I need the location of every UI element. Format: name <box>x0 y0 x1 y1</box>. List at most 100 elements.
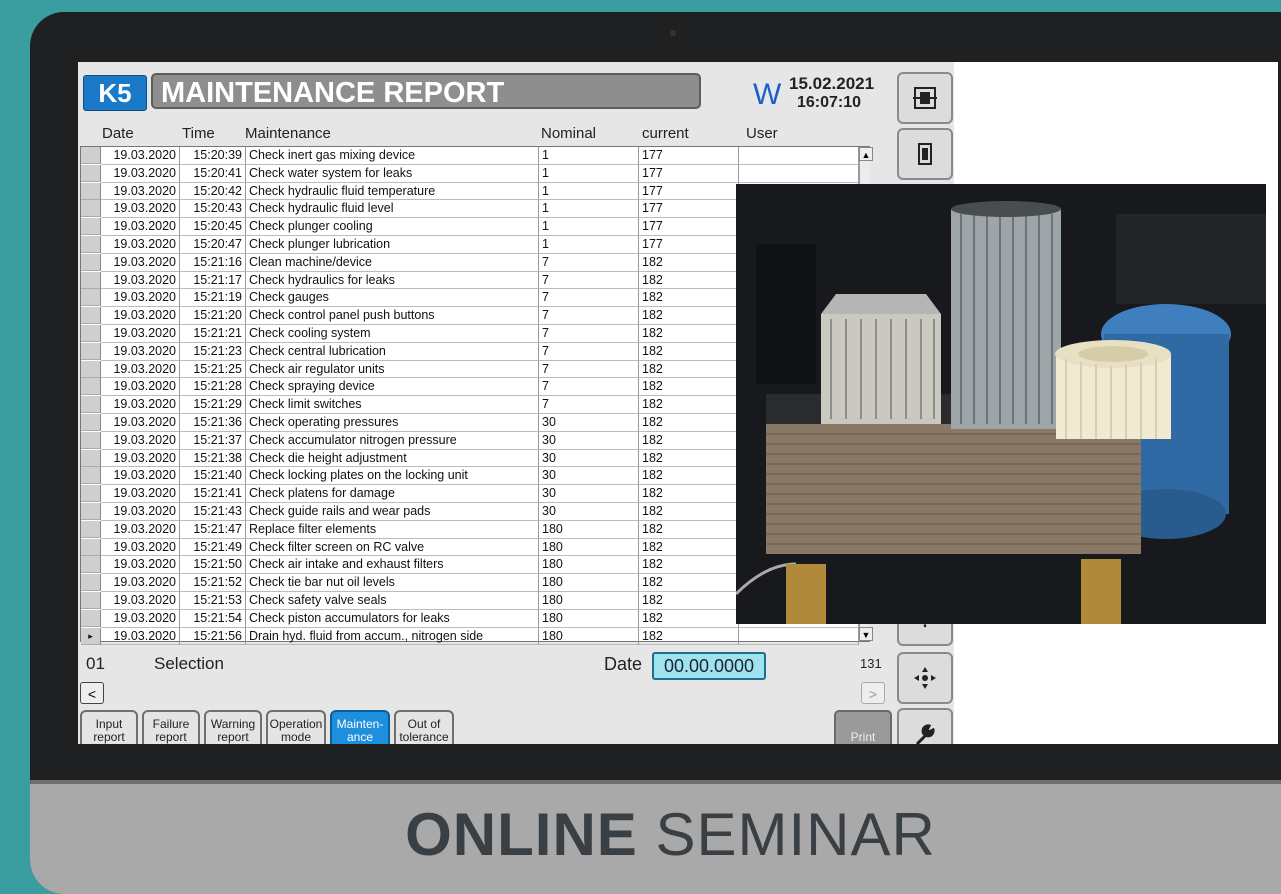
cell-date: 19.03.2020 <box>101 574 180 592</box>
machine-side-button[interactable] <box>897 128 953 180</box>
row-selector[interactable] <box>81 396 101 414</box>
tab-operation-mode[interactable]: Operation mode <box>266 710 326 744</box>
row-selector[interactable] <box>81 164 101 182</box>
row-selector[interactable] <box>81 485 101 503</box>
cell-current: 182 <box>639 467 739 486</box>
cell-user <box>739 627 859 646</box>
cell-time: 15:21:40 <box>180 467 246 486</box>
cell-maintenance: Check inert gas mixing device <box>246 147 539 165</box>
row-selector[interactable] <box>81 271 101 289</box>
date-input[interactable]: 00.00.0000 <box>652 652 766 680</box>
cell-current: 182 <box>639 592 739 610</box>
row-selector[interactable] <box>81 431 101 449</box>
tab-input-report[interactable]: Input report <box>80 710 138 744</box>
cell-current: 182 <box>639 556 739 575</box>
cell-date: 19.03.2020 <box>101 538 180 557</box>
cell-nominal: 7 <box>539 253 639 272</box>
cell-nominal: 30 <box>539 414 639 432</box>
row-selector[interactable] <box>81 467 101 485</box>
col-nominal: Nominal <box>541 125 597 142</box>
tab-maintenance[interactable]: Mainten-ance <box>330 710 390 744</box>
scroll-up-icon[interactable]: ▲ <box>859 147 873 161</box>
cell-time: 15:20:41 <box>180 164 246 183</box>
row-selector[interactable] <box>81 378 101 396</box>
cell-date: 19.03.2020 <box>101 253 180 272</box>
row-selector[interactable] <box>81 147 101 164</box>
cell-current: 182 <box>639 289 739 308</box>
row-selector[interactable] <box>81 449 101 467</box>
cell-date: 19.03.2020 <box>101 236 180 254</box>
cell-nominal: 180 <box>539 627 639 646</box>
row-selector[interactable] <box>81 200 101 218</box>
camera-dot <box>670 30 676 36</box>
table-row[interactable]: 19.03.2020 15:20:41 Check water system for… <box>81 164 869 183</box>
row-selector[interactable] <box>81 503 101 520</box>
cell-current: 182 <box>639 431 739 450</box>
row-selector[interactable] <box>81 342 101 360</box>
cell-nominal: 7 <box>539 342 639 361</box>
row-selector[interactable] <box>81 360 101 378</box>
row-selector[interactable] <box>81 609 101 627</box>
row-selector[interactable] <box>81 218 101 236</box>
tab-warning-report[interactable]: Warning report <box>204 710 262 744</box>
cell-date: 19.03.2020 <box>101 289 180 308</box>
cell-date: 19.03.2020 <box>101 396 180 414</box>
col-maintenance: Maintenance <box>245 125 331 142</box>
cell-time: 15:21:43 <box>180 503 246 521</box>
cell-nominal: 7 <box>539 289 639 308</box>
row-selector[interactable] <box>81 289 101 307</box>
scroll-down-icon[interactable]: ▼ <box>859 627 873 641</box>
cell-current: 177 <box>639 182 739 201</box>
cell-nominal: 1 <box>539 182 639 201</box>
cell-time: 15:21:29 <box>180 396 246 414</box>
cell-nominal: 7 <box>539 378 639 397</box>
table-row[interactable]: ▸ 19.03.2020 15:21:56 Drain hyd. fluid from… <box>81 627 869 646</box>
cell-nominal: 30 <box>539 431 639 450</box>
cell-date: 19.03.2020 <box>101 467 180 486</box>
cell-current: 182 <box>639 503 739 521</box>
cell-nominal: 30 <box>539 503 639 521</box>
cell-maintenance: Check central lubrication <box>246 342 539 361</box>
cell-time: 15:21:20 <box>180 307 246 325</box>
row-selector[interactable] <box>81 325 101 342</box>
cell-maintenance: Check die height adjustment <box>246 449 539 468</box>
cell-date: 19.03.2020 <box>101 271 180 290</box>
cell-date: 19.03.2020 <box>101 520 180 539</box>
cell-maintenance: Check hydraulic fluid level <box>246 200 539 219</box>
move-button[interactable] <box>897 652 953 704</box>
cell-date: 19.03.2020 <box>101 431 180 450</box>
cell-time: 15:21:54 <box>180 609 246 628</box>
cell-nominal: 180 <box>539 592 639 610</box>
row-selector[interactable] <box>81 556 101 574</box>
cell-maintenance: Check locking plates on the locking unit <box>246 467 539 486</box>
cell-time: 15:20:47 <box>180 236 246 254</box>
machine-front-button[interactable] <box>897 72 953 124</box>
cell-maintenance: Check spraying device <box>246 378 539 397</box>
cell-maintenance: Check accumulator nitrogen pressure <box>246 431 539 450</box>
cell-time: 15:21:41 <box>180 485 246 503</box>
print-button[interactable]: Print <box>834 710 892 744</box>
prev-button[interactable]: < <box>80 682 104 704</box>
cell-date: 19.03.2020 <box>101 307 180 325</box>
row-selector[interactable] <box>81 253 101 271</box>
row-selector[interactable] <box>81 182 101 200</box>
screen: K5 MAINTENANCE REPORT W 15.02.2021 16:07… <box>78 62 1278 744</box>
move-icon <box>914 667 936 689</box>
cell-time: 15:21:50 <box>180 556 246 575</box>
next-button[interactable]: > <box>861 682 885 704</box>
col-current: current <box>642 125 689 142</box>
row-selector[interactable] <box>81 592 101 609</box>
table-row[interactable]: 19.03.2020 15:20:39 Check inert gas mixing… <box>81 147 869 165</box>
row-selector[interactable] <box>81 538 101 556</box>
row-selector[interactable] <box>81 414 101 431</box>
tab-out-of-tolerance[interactable]: Out of tolerance <box>394 710 454 744</box>
tab-failure-report[interactable]: Failure report <box>142 710 200 744</box>
tools-button[interactable] <box>897 708 953 744</box>
cell-maintenance: Clean machine/device <box>246 253 539 272</box>
row-selector[interactable]: ▸ <box>81 627 101 645</box>
row-selector[interactable] <box>81 520 101 538</box>
row-selector[interactable] <box>81 574 101 592</box>
row-selector[interactable] <box>81 307 101 325</box>
row-selector[interactable] <box>81 236 101 253</box>
cell-maintenance: Check piston accumulators for leaks <box>246 609 539 628</box>
